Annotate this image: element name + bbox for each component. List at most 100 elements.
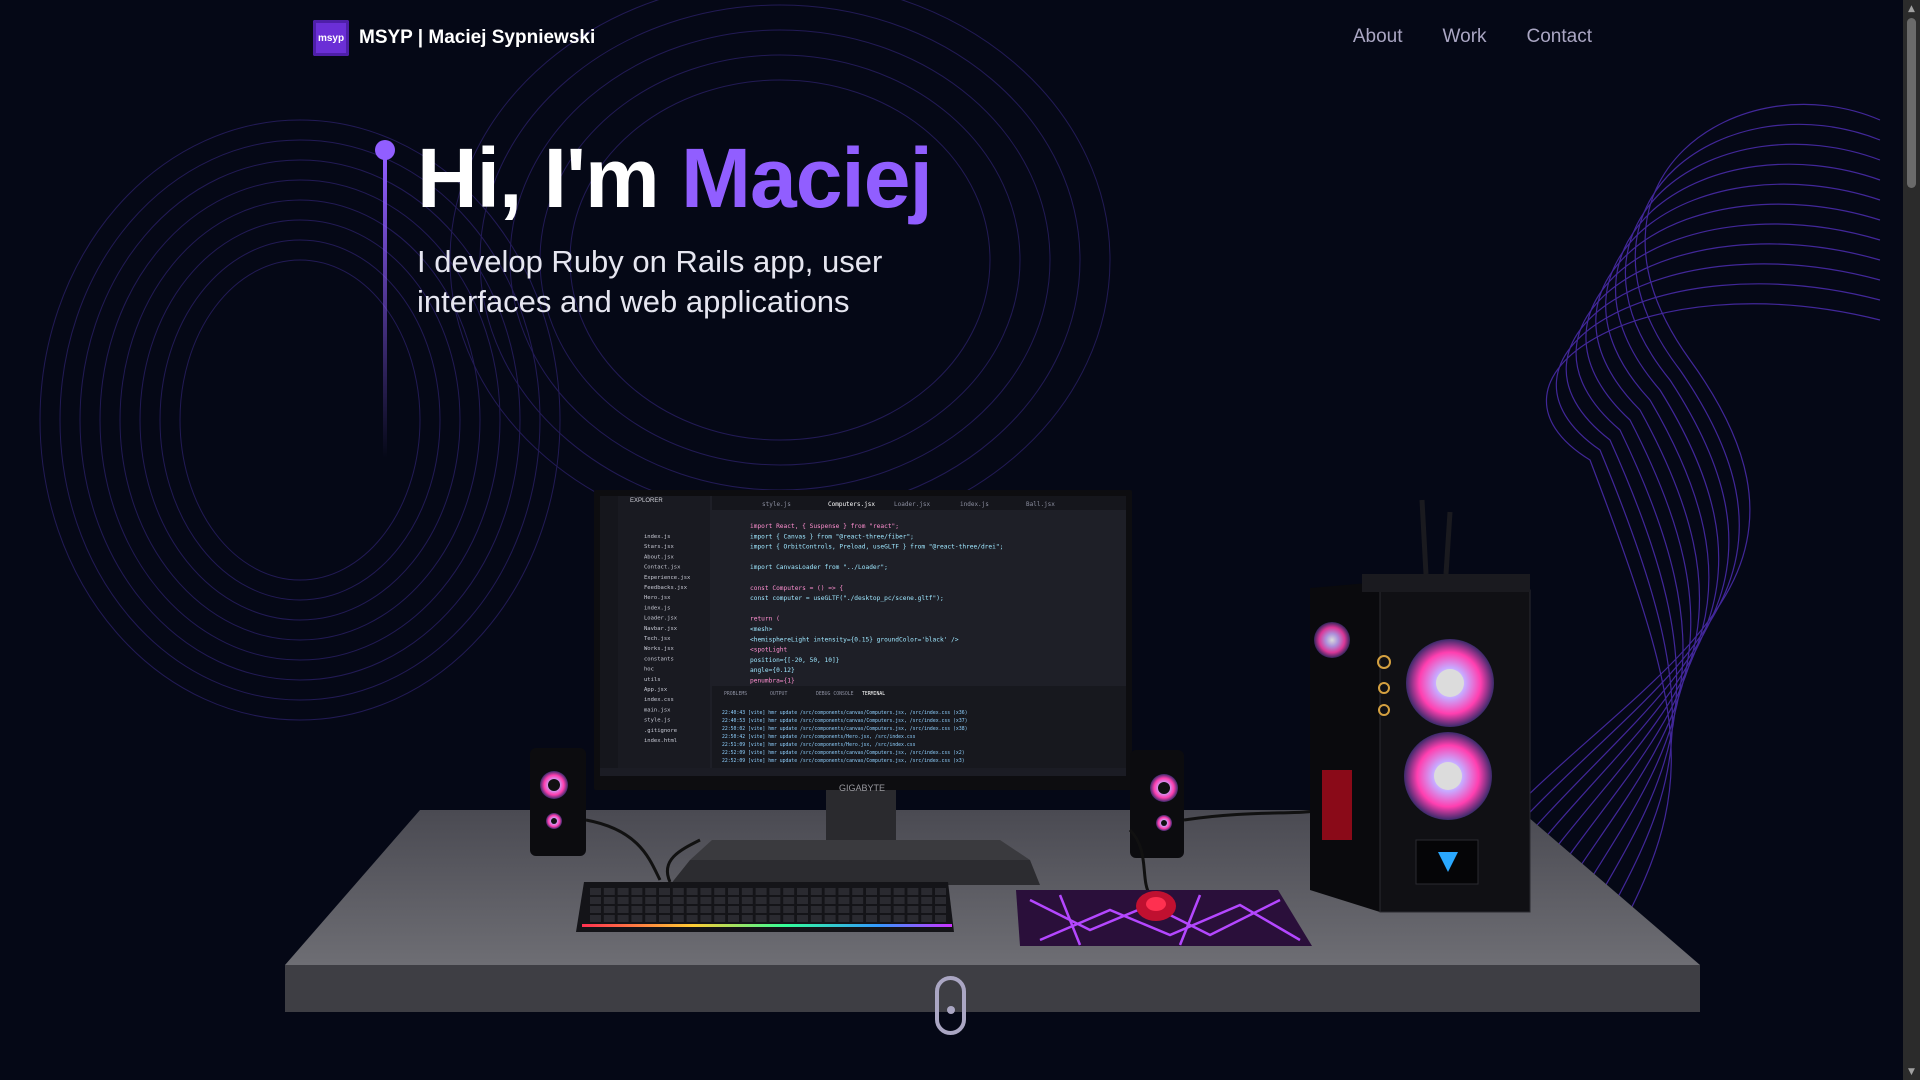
scroll-up-arrow-icon[interactable]: ▲ [1903, 0, 1920, 17]
explorer-file: utils [644, 677, 661, 683]
explorer-file: style.js [644, 718, 671, 724]
editor-tab: Computers.jsx [828, 501, 875, 508]
editor-tab: Loader.jsx [894, 501, 931, 508]
monitor: GIGABYTE EXPLORER index.js Stars.jsx About… [594, 490, 1132, 793]
keyboard-key [921, 897, 933, 904]
keyboard-key [659, 897, 670, 904]
explorer-file: Navbar.jsx [644, 626, 678, 632]
nav-link-contact[interactable]: Contact [1527, 26, 1592, 48]
nav-link-about[interactable]: About [1353, 26, 1403, 48]
code-line: <spotLight [750, 647, 788, 654]
keyboard-key [879, 897, 891, 904]
keyboard-key [645, 915, 657, 922]
code-line: return ( [750, 616, 780, 623]
keyboard-key [700, 888, 712, 895]
keyboard-key [590, 906, 601, 913]
scroll-down-indicator[interactable] [935, 976, 966, 1035]
keyboard-key [714, 915, 726, 922]
keyboard-key [741, 915, 753, 922]
keyboard-key [921, 915, 933, 922]
keyboard-key [631, 906, 643, 913]
keyboard-key [755, 897, 767, 904]
explorer-file: Feedbacks.jsx [644, 585, 688, 591]
code-line: import { Canvas } from "@react-three/fib… [750, 533, 914, 540]
keyboard-key [728, 915, 739, 922]
keyboard-key [879, 888, 891, 895]
scroll-dot [947, 1006, 955, 1014]
keyboard-key [921, 888, 933, 895]
code-line: import { OrbitControls, Preload, useGLTF… [750, 544, 1003, 551]
scroll-down-arrow-icon[interactable]: ▼ [1903, 1063, 1920, 1080]
keyboard-key [783, 915, 795, 922]
keyboard-key [672, 906, 684, 913]
keyboard-key [879, 915, 891, 922]
keyboard-key [797, 915, 808, 922]
explorer-file: Stars.jsx [644, 544, 674, 550]
keyboard-key [714, 888, 726, 895]
terminal-line: 22:40:43 [vite] hmr update /src/componen… [722, 710, 967, 716]
keyboard-key [783, 888, 795, 895]
keyboard-key [893, 906, 905, 913]
keyboard-key [590, 915, 601, 922]
keyboard-key [810, 915, 822, 922]
hero-marker-dot [375, 140, 395, 160]
keyboard-key [603, 888, 615, 895]
code-line: penumbra={1} [750, 678, 795, 685]
keyboard-key [631, 888, 643, 895]
editor-tab: Ball.jsx [1026, 501, 1055, 508]
keyboard-key [755, 888, 767, 895]
keyboard-key [741, 906, 753, 913]
code-line: const computer = useGLTF("./desktop_pc/s… [750, 595, 944, 602]
keyboard-key [659, 915, 670, 922]
explorer-file: App.jsx [644, 687, 668, 693]
keyboard-key [590, 897, 601, 904]
keyboard-key [590, 888, 601, 895]
hero-name: Maciej [681, 131, 933, 225]
terminal-line: 22:51:09 [vite] hmr update /src/componen… [722, 742, 916, 748]
hero-marker-line [383, 158, 387, 458]
keyboard-key [783, 897, 795, 904]
explorer-file: hoc [644, 667, 654, 673]
keyboard-key [645, 897, 657, 904]
code-line: import React, { Suspense } from "react"; [750, 523, 899, 530]
code-line: position={[-20, 50, 10]} [750, 657, 840, 664]
keyboard-key [935, 915, 946, 922]
keyboard-key [631, 915, 643, 922]
explorer-file: index.html [644, 738, 677, 744]
keyboard-key [824, 915, 836, 922]
keyboard-key [686, 897, 698, 904]
panel-tab: TERMINAL [862, 691, 885, 697]
explorer-file: main.jsx [644, 707, 671, 713]
keyboard-key [755, 906, 767, 913]
keyboard-key [686, 906, 698, 913]
keyboard-key [935, 888, 946, 895]
brand-link[interactable]: msyp MSYP | Maciej Sypniewski [313, 20, 595, 56]
brand-name: MSYP | Maciej Sypniewski [359, 27, 596, 48]
panel-tab: OUTPUT [770, 691, 787, 697]
monitor-brand-label: GIGABYTE [839, 783, 885, 793]
nav-link-work[interactable]: Work [1443, 26, 1487, 48]
keyboard-key [603, 906, 615, 913]
keyboard-key [797, 888, 808, 895]
keyboard-key [659, 888, 670, 895]
keyboard-key [769, 915, 781, 922]
keyboard-key [769, 897, 781, 904]
keyboard-key [686, 915, 698, 922]
keyboard-key [838, 915, 850, 922]
keyboard-key [728, 888, 739, 895]
keyboard-key [907, 906, 919, 913]
keyboard-key [810, 897, 822, 904]
keyboard-key [659, 906, 670, 913]
editor-tab: index.js [960, 501, 989, 508]
site-logo: msyp [313, 20, 349, 56]
keyboard-key [852, 915, 864, 922]
explorer-title: EXPLORER [630, 498, 663, 504]
navbar: msyp MSYP | Maciej Sypniewski About Work… [0, 0, 1900, 78]
keyboard-key [838, 897, 850, 904]
explorer-file: Tech.jsx [644, 636, 671, 642]
terminal-line: 22:50:42 [vite] hmr update /src/componen… [722, 734, 916, 740]
scrollbar-thumb[interactable] [1907, 18, 1916, 188]
page-scrollbar[interactable]: ▲ ▼ [1903, 0, 1920, 1080]
keyboard-key [617, 888, 629, 895]
code-line: import CanvasLoader from "../Loader"; [750, 564, 888, 571]
